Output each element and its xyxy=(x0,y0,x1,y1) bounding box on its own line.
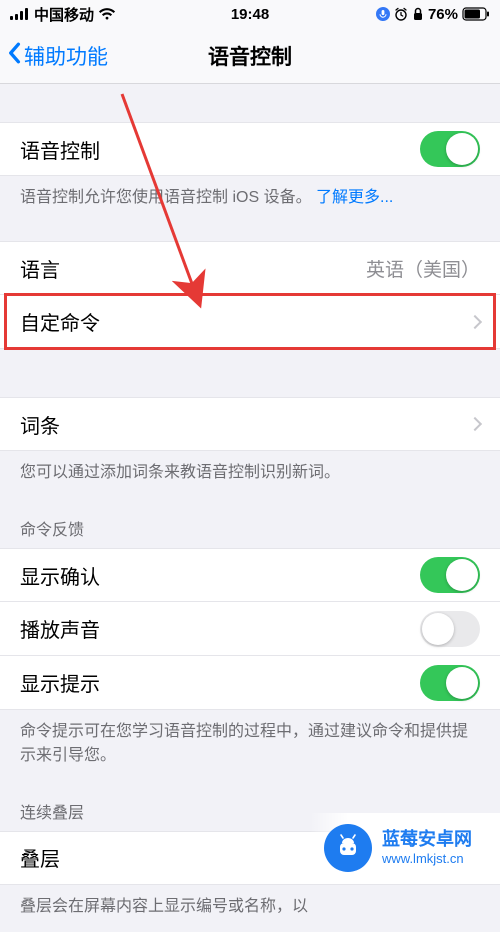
page-title: 语音控制 xyxy=(208,41,292,71)
status-right: 76% xyxy=(376,6,490,23)
play-sound-switch[interactable] xyxy=(420,611,480,647)
show-confirm-switch[interactable] xyxy=(420,557,480,593)
vocabulary-label: 词条 xyxy=(20,410,60,439)
vocabulary-footer: 您可以通过添加词条来教语音控制识别新词。 xyxy=(0,451,500,498)
watermark-title: 蓝莓安卓网 xyxy=(382,829,472,851)
play-sound-label: 播放声音 xyxy=(20,614,100,643)
alarm-icon xyxy=(394,7,408,21)
group-voice-control: 语音控制 xyxy=(0,122,500,176)
watermark-badge: 蓝莓安卓网 www.lmkjst.cn xyxy=(310,813,500,883)
row-language[interactable]: 语言 英语（美国） xyxy=(0,241,500,295)
language-label: 语言 xyxy=(20,254,60,283)
voice-control-footer-text: 语音控制允许您使用语音控制 iOS 设备。 xyxy=(20,189,312,206)
row-voice-control[interactable]: 语音控制 xyxy=(0,122,500,176)
voice-control-switch[interactable] xyxy=(420,131,480,167)
back-button[interactable]: 辅助功能 xyxy=(0,41,108,71)
feedback-header: 命令反馈 xyxy=(0,498,500,548)
watermark-logo-icon xyxy=(324,824,372,872)
show-confirm-label: 显示确认 xyxy=(20,561,100,590)
carrier-label: 中国移动 xyxy=(34,4,94,25)
chevron-right-icon xyxy=(468,315,482,329)
show-hints-label: 显示提示 xyxy=(20,668,100,697)
feedback-footer: 命令提示可在您学习语音控制的过程中，通过建议命令和提供提示来引导您。 xyxy=(0,710,500,780)
show-hints-switch[interactable] xyxy=(420,665,480,701)
status-time: 19:48 xyxy=(231,6,269,23)
row-show-confirm[interactable]: 显示确认 xyxy=(0,548,500,602)
nav-bar: 辅助功能 语音控制 xyxy=(0,28,500,84)
voice-control-footer: 语音控制允许您使用语音控制 iOS 设备。 了解更多... xyxy=(0,176,500,223)
row-show-hints[interactable]: 显示提示 xyxy=(0,656,500,710)
group-language: 语言 英语（美国） 自定命令 xyxy=(0,241,500,349)
status-bar: 中国移动 19:48 76% xyxy=(0,0,500,28)
row-vocabulary[interactable]: 词条 xyxy=(0,397,500,451)
language-value: 英语（美国） xyxy=(366,255,480,282)
overlay-label: 叠层 xyxy=(20,843,60,872)
signal-icon xyxy=(10,8,30,20)
group-vocabulary: 词条 xyxy=(0,397,500,451)
watermark-url: www.lmkjst.cn xyxy=(382,851,472,867)
back-label: 辅助功能 xyxy=(24,41,108,71)
custom-commands-label: 自定命令 xyxy=(20,307,100,336)
mic-icon xyxy=(376,7,390,21)
row-custom-commands[interactable]: 自定命令 xyxy=(0,295,500,349)
group-feedback: 显示确认 播放声音 显示提示 xyxy=(0,548,500,710)
voice-control-label: 语音控制 xyxy=(20,135,100,164)
battery-percent: 76% xyxy=(428,6,458,23)
lock-icon xyxy=(412,7,424,21)
chevron-right-icon xyxy=(468,417,482,431)
status-left: 中国移动 xyxy=(10,4,116,25)
row-play-sound[interactable]: 播放声音 xyxy=(0,602,500,656)
overlay-footer: 叠层会在屏幕内容上显示编号或名称，以 xyxy=(0,885,500,932)
chevron-left-icon xyxy=(6,42,22,70)
learn-more-link[interactable]: 了解更多... xyxy=(316,189,393,206)
wifi-icon xyxy=(98,8,116,20)
battery-icon xyxy=(462,7,490,21)
